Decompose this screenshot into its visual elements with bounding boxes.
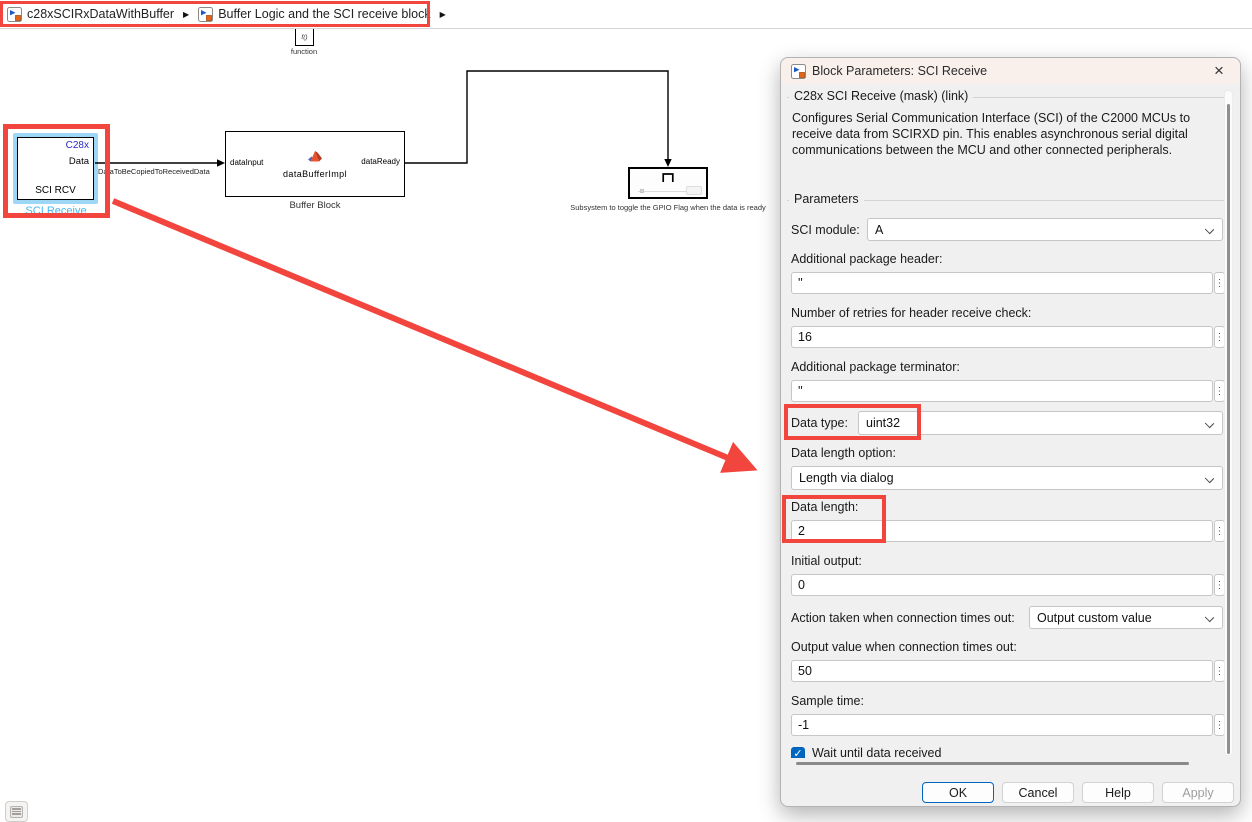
chevron-down-icon — [1205, 474, 1214, 483]
breadcrumb-label-subsystem: Buffer Logic and the SCI receive block — [218, 7, 430, 21]
sci-chip-tag: C28x — [66, 140, 89, 151]
horizontal-scrollbar-thumb[interactable] — [796, 762, 1189, 765]
block-parameters-dialog: Block Parameters: SCI Receive × C28x SCI… — [780, 57, 1241, 807]
pkg-terminator-input[interactable] — [791, 380, 1213, 402]
description-line: receive data from SCIRXD pin. This enabl… — [792, 127, 1188, 141]
gpio-subsystem-block[interactable] — [628, 167, 708, 199]
pulse-icon — [662, 172, 674, 183]
breadcrumb-item-model[interactable]: c28xSCIRxDataWithBuffer — [7, 7, 174, 22]
data-type-select[interactable]: uint32 — [858, 411, 1223, 435]
matlab-logo-icon — [307, 150, 323, 163]
pkg-header-label: Additional package header: — [791, 252, 943, 266]
vertical-scrollbar-thumb[interactable] — [1227, 104, 1230, 754]
chevron-down-icon — [1205, 613, 1214, 622]
breadcrumb: c28xSCIRxDataWithBuffer ▶ Buffer Logic a… — [0, 0, 1252, 29]
data-type-value: uint32 — [866, 416, 900, 430]
chevron-down-icon — [1205, 419, 1214, 428]
gpio-subsystem-name: Subsystem to toggle the GPIO Flag when t… — [558, 203, 778, 212]
subsystem-icon — [198, 7, 213, 22]
wait-until-data-received-label: Wait until data received — [812, 746, 941, 758]
signal-name-label[interactable]: DataToBeCopiedToReceivedData — [98, 167, 210, 176]
block-parameters-icon — [791, 64, 806, 79]
sci-module-label: SCI module: — [791, 223, 860, 237]
dialog-titlebar[interactable]: Block Parameters: SCI Receive × — [781, 58, 1240, 84]
chevron-down-icon — [1205, 225, 1214, 234]
buffer-block-name[interactable]: Buffer Block — [255, 200, 375, 211]
mask-header: C28x SCI Receive (mask) (link) — [789, 89, 973, 103]
simulink-window: c28xSCIRxDataWithBuffer ▶ Buffer Logic a… — [0, 0, 1252, 822]
help-button[interactable]: Help — [1082, 782, 1154, 803]
sci-body-label: SCI RCV — [18, 185, 93, 196]
sample-time-input[interactable] — [791, 714, 1213, 736]
data-length-label: Data length: — [791, 500, 858, 514]
data-length-input[interactable] — [791, 520, 1213, 542]
slider-handle-graphic — [640, 189, 644, 193]
sci-receive-block[interactable]: C28x Data SCI RCV — [17, 137, 94, 200]
data-length-option-label: Data length option: — [791, 446, 896, 460]
data-type-label: Data type: — [791, 416, 848, 430]
close-icon[interactable]: × — [1206, 60, 1232, 82]
function-block[interactable]: f() — [295, 28, 314, 46]
timeout-action-select[interactable]: Output custom value — [1029, 606, 1223, 629]
sci-receive-block-name[interactable]: SCI Receive — [0, 205, 112, 217]
sci-out-port-label: Data — [69, 156, 89, 167]
buffer-block[interactable]: dataInput dataReady dataBufferImpl — [225, 131, 405, 197]
data-length-option-value: Length via dialog — [799, 471, 894, 485]
breadcrumb-label-model: c28xSCIRxDataWithBuffer — [27, 7, 174, 21]
timeout-action-value: Output custom value — [1037, 611, 1152, 625]
description-line: Configures Serial Communication Interfac… — [792, 111, 1190, 125]
sci-module-value: A — [875, 223, 883, 237]
breadcrumb-caret-icon[interactable]: ▶ — [183, 10, 189, 19]
parameters-header: Parameters — [789, 192, 864, 206]
timeout-action-label: Action taken when connection times out: — [791, 611, 1015, 625]
slider-box-graphic — [686, 186, 702, 195]
checkbox-check-icon: ✓ — [793, 748, 802, 758]
dialog-title: Block Parameters: SCI Receive — [812, 64, 987, 78]
cancel-button[interactable]: Cancel — [1002, 782, 1074, 803]
buffer-function-label: dataBufferImpl — [226, 169, 404, 179]
pkg-header-input[interactable] — [791, 272, 1213, 294]
initial-output-label: Initial output: — [791, 554, 862, 568]
timeout-value-input[interactable] — [791, 660, 1213, 682]
sample-time-label: Sample time: — [791, 694, 864, 708]
breadcrumb-item-subsystem[interactable]: Buffer Logic and the SCI receive block — [198, 7, 430, 22]
ok-button[interactable]: OK — [922, 782, 994, 803]
dialog-buttons: OK Cancel Help Apply — [922, 782, 1234, 803]
description-line: communications between the MCU and other… — [792, 143, 1172, 157]
pkg-terminator-label: Additional package terminator: — [791, 360, 960, 374]
data-length-option-select[interactable]: Length via dialog — [791, 466, 1223, 490]
apply-button[interactable]: Apply — [1162, 782, 1234, 803]
function-glyph: f() — [301, 34, 307, 41]
initial-output-input[interactable] — [791, 574, 1213, 596]
timeout-value-label: Output value when connection times out: — [791, 640, 1017, 654]
wait-until-data-received-checkbox[interactable]: ✓ — [791, 747, 805, 758]
function-block-label: function — [274, 47, 334, 56]
subsystem-icon — [7, 7, 22, 22]
sci-module-select[interactable]: A — [867, 218, 1223, 241]
retries-label: Number of retries for header receive che… — [791, 306, 1031, 320]
retries-input[interactable] — [791, 326, 1213, 348]
dialog-content: C28x SCI Receive (mask) (link) Configure… — [781, 84, 1240, 758]
breadcrumb-caret-icon[interactable]: ▶ — [440, 10, 446, 19]
